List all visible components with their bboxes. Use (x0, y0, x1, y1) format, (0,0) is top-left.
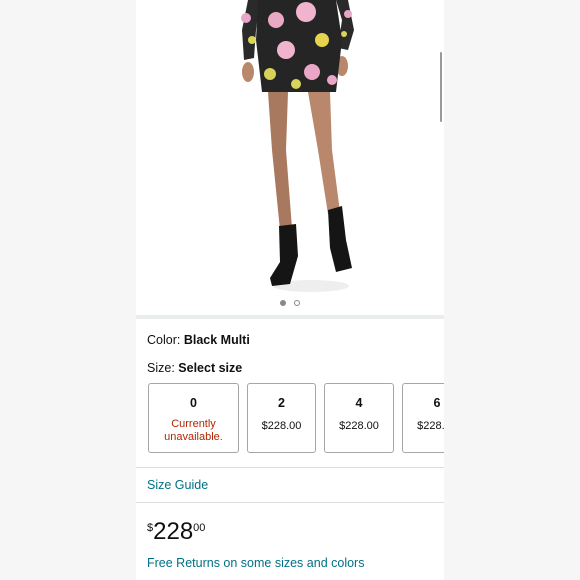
product-price: $22800 (147, 518, 205, 546)
size-option-price: $228.00 (339, 420, 379, 432)
size-option-label: 6 (433, 396, 441, 410)
size-option-label: 0 (190, 396, 197, 410)
carousel-dot-1[interactable] (280, 300, 286, 306)
product-image[interactable] (136, 0, 444, 296)
color-row: Color: Black Multi (147, 333, 250, 347)
size-option-2[interactable]: 2 $228.00 (247, 383, 316, 453)
size-guide-link[interactable]: Size Guide (147, 478, 208, 492)
price-symbol: $ (147, 522, 154, 534)
size-value: Select size (178, 361, 243, 375)
model-photo (241, 0, 354, 292)
left-margin (0, 0, 136, 580)
size-option-price: $228.00 (261, 420, 302, 432)
free-returns-link[interactable]: Free Returns on some sizes and colors (147, 556, 364, 570)
size-row: Size: Select size (147, 361, 242, 375)
product-page: Color: Black Multi Size: Select size 0 C… (136, 0, 444, 580)
scrollbar[interactable] (440, 52, 442, 122)
size-option-label: 2 (278, 396, 285, 410)
size-option-4[interactable]: 4 $228.00 (324, 383, 394, 453)
size-option-label: 4 (355, 396, 363, 410)
color-value: Black Multi (183, 333, 250, 347)
carousel-dot-2[interactable] (294, 300, 300, 306)
right-margin (444, 0, 580, 580)
carousel-dots[interactable] (136, 300, 444, 306)
size-option-price: $228.00 (417, 420, 444, 432)
price-whole: 228 (153, 518, 194, 545)
section-divider (136, 315, 444, 319)
size-availability: Currently unavailable. (164, 418, 223, 443)
price-fraction: 00 (193, 522, 206, 534)
size-label: Size: (147, 361, 175, 375)
divider (136, 502, 444, 503)
size-option-6[interactable]: 6 $228.00 (402, 383, 444, 453)
size-option-0[interactable]: 0 Currently unavailable. (148, 383, 239, 453)
color-label: Color: (147, 333, 181, 347)
divider (136, 467, 444, 468)
